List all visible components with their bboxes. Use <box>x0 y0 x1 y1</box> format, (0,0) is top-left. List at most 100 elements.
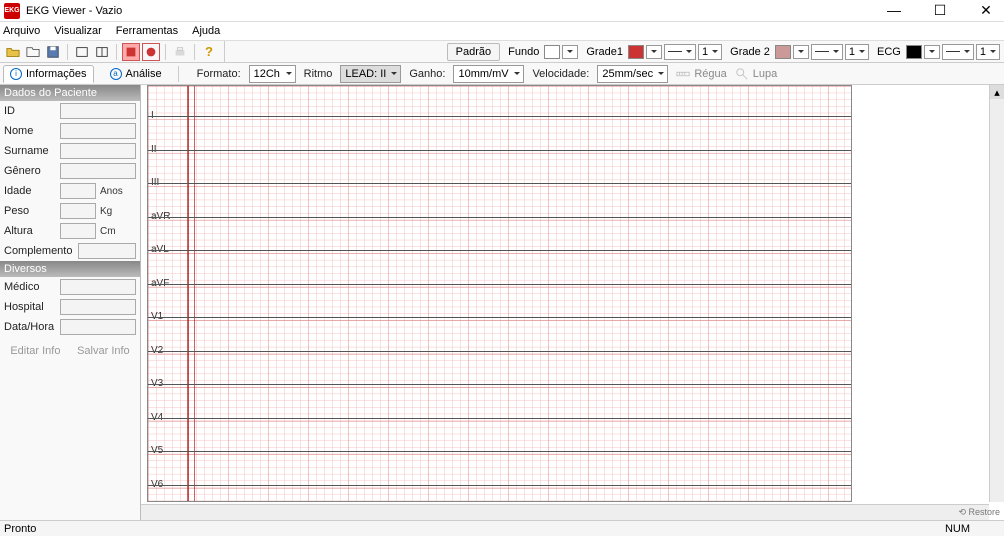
altura-field[interactable] <box>60 223 96 239</box>
ecg-label: ECG <box>877 46 901 58</box>
lead-baseline <box>148 485 851 486</box>
status-bar: Pronto NUM <box>0 520 1004 536</box>
tab-analise[interactable]: a Análise <box>104 66 168 82</box>
menu-bar: Arquivo Visualizar Ferramentas Ajuda <box>0 22 1004 41</box>
sidebar: Dados do Paciente ID Nome Surname Gênero… <box>0 85 141 520</box>
menu-visualizar[interactable]: Visualizar <box>54 25 102 37</box>
menu-arquivo[interactable]: Arquivo <box>3 25 40 37</box>
grade1-color-dd[interactable] <box>646 45 662 59</box>
complemento-label: Complemento <box>4 245 74 257</box>
record-back-icon[interactable] <box>122 43 140 61</box>
ecg-line[interactable] <box>942 44 974 60</box>
scroll-up-icon[interactable]: ▴ <box>990 85 1004 99</box>
velocidade-label: Velocidade: <box>532 68 589 80</box>
editar-info-button[interactable]: Editar Info <box>10 345 60 357</box>
complemento-field[interactable] <box>78 243 136 259</box>
fundo-label: Fundo <box>508 46 539 58</box>
ecg-color-dd[interactable] <box>924 45 940 59</box>
salvar-info-button[interactable]: Salvar Info <box>77 345 130 357</box>
altura-label: Altura <box>4 225 56 237</box>
magnifier-icon <box>735 67 749 81</box>
scrollbar-horizontal[interactable] <box>141 504 989 520</box>
velocidade-select[interactable]: 25mm/sec <box>597 65 668 83</box>
datahora-field[interactable] <box>60 319 136 335</box>
ruler-icon <box>676 67 690 81</box>
grade1-num[interactable]: 1 <box>698 44 722 60</box>
idade-field[interactable] <box>60 183 96 199</box>
fundo-dd[interactable] <box>562 45 578 59</box>
help-icon[interactable]: ? <box>200 43 218 61</box>
maximize-button[interactable]: ☐ <box>926 2 954 19</box>
ritmo-select[interactable]: LEAD: II <box>340 65 401 83</box>
lead-baseline <box>148 351 851 352</box>
window-title: EKG Viewer - Vazio <box>26 5 880 17</box>
idade-label: Idade <box>4 185 56 197</box>
medico-label: Médico <box>4 281 56 293</box>
ecg-color[interactable] <box>906 45 922 59</box>
grade1-color[interactable] <box>628 45 644 59</box>
ganho-label: Ganho: <box>409 68 445 80</box>
genero-label: Gênero <box>4 165 56 177</box>
status-ready: Pronto <box>4 523 36 535</box>
lead-baseline <box>148 317 851 318</box>
grade2-line[interactable] <box>811 44 843 60</box>
lead-baseline <box>148 150 851 151</box>
lead-baseline <box>148 183 851 184</box>
grade1-label: Grade1 <box>586 46 623 58</box>
peso-label: Peso <box>4 205 56 217</box>
surname-field[interactable] <box>60 143 136 159</box>
tab-bar: i Informações a Análise Formato: 12Ch Ri… <box>0 63 1004 85</box>
lead-baseline <box>148 250 851 251</box>
restore-hint: ⟲ Restore <box>958 507 1000 518</box>
analise-icon: a <box>110 68 122 80</box>
id-label: ID <box>4 105 56 117</box>
grade2-color-dd[interactable] <box>793 45 809 59</box>
section-diversos: Diversos <box>0 261 140 277</box>
grade2-num[interactable]: 1 <box>845 44 869 60</box>
scrollbar-vertical[interactable]: ▴ <box>989 85 1004 502</box>
datahora-label: Data/Hora <box>4 321 56 333</box>
minimize-button[interactable]: — <box>880 2 908 19</box>
padrao-button[interactable]: Padrão <box>447 43 500 61</box>
layout-single-icon[interactable] <box>73 43 91 61</box>
hospital-field[interactable] <box>60 299 136 315</box>
title-bar: EKG EKG Viewer - Vazio — ☐ ✕ <box>0 0 1004 22</box>
surname-label: Surname <box>4 145 56 157</box>
layout-split-icon[interactable] <box>93 43 111 61</box>
nome-field[interactable] <box>60 123 136 139</box>
nome-label: Nome <box>4 125 56 137</box>
id-field[interactable] <box>60 103 136 119</box>
formato-label: Formato: <box>197 68 241 80</box>
status-num: NUM <box>945 523 970 535</box>
fundo-color[interactable] <box>544 45 560 59</box>
record-icon[interactable] <box>142 43 160 61</box>
main-toolbar: ? Padrão Fundo Grade1 1 Grade 2 1 ECG 1 <box>0 41 1004 63</box>
print-icon[interactable] <box>171 43 189 61</box>
grade1-line[interactable] <box>664 44 696 60</box>
ganho-select[interactable]: 10mm/mV <box>453 65 524 83</box>
grade2-label: Grade 2 <box>730 46 770 58</box>
folder-icon[interactable] <box>24 43 42 61</box>
lead-baseline <box>148 451 851 452</box>
lead-baseline <box>148 384 851 385</box>
lupa-toggle[interactable]: Lupa <box>735 67 777 81</box>
formato-select[interactable]: 12Ch <box>249 65 296 83</box>
medico-field[interactable] <box>60 279 136 295</box>
open-icon[interactable] <box>4 43 22 61</box>
lead-baseline <box>148 418 851 419</box>
section-dados: Dados do Paciente <box>0 85 140 101</box>
close-button[interactable]: ✕ <box>972 2 1000 19</box>
tab-informacoes[interactable]: i Informações <box>3 65 94 83</box>
menu-ajuda[interactable]: Ajuda <box>192 25 220 37</box>
ekg-canvas[interactable]: IIIIIIaVRaVLaVFV1V2V3V4V5V6 ▴ <box>141 85 1004 520</box>
ecg-num[interactable]: 1 <box>976 44 1000 60</box>
save-icon[interactable] <box>44 43 62 61</box>
lead-baseline <box>148 116 851 117</box>
menu-ferramentas[interactable]: Ferramentas <box>116 25 178 37</box>
grade2-color[interactable] <box>775 45 791 59</box>
regua-toggle[interactable]: Régua <box>676 67 726 81</box>
genero-field[interactable] <box>60 163 136 179</box>
hospital-label: Hospital <box>4 301 56 313</box>
ritmo-label: Ritmo <box>304 68 333 80</box>
peso-field[interactable] <box>60 203 96 219</box>
